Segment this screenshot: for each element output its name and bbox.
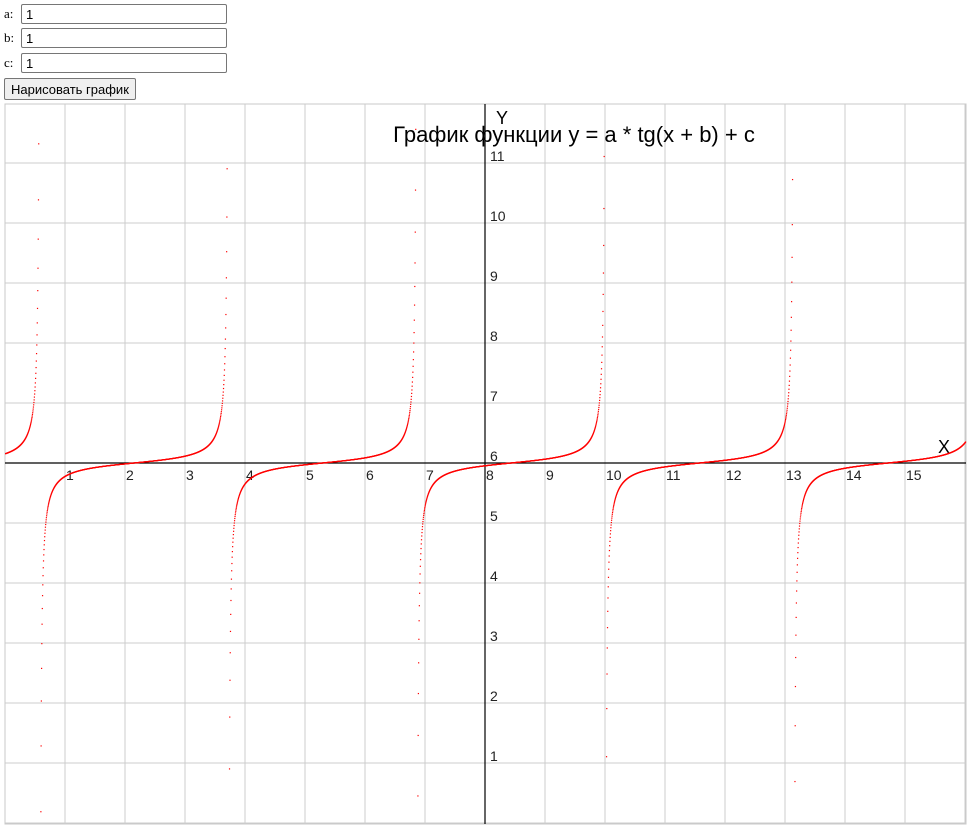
x-tick-label: 8	[486, 467, 494, 483]
x-tick-label: 7	[426, 467, 434, 483]
x-tick-label: 15	[906, 467, 922, 483]
y-tick-label: 8	[490, 328, 498, 344]
y-tick-label: 6	[490, 448, 498, 464]
y-tick-label: 3	[490, 628, 498, 644]
y-tick-label: 1	[490, 748, 498, 764]
x-tick-label: 9	[546, 467, 554, 483]
y-tick-label: 11	[490, 148, 505, 164]
x-tick-label: 6	[366, 467, 374, 483]
x-tick-label: 10	[606, 467, 622, 483]
chart-title: График функции y = a * tg(x + b) + c	[393, 122, 755, 147]
x-tick-label: 11	[666, 467, 681, 483]
x-tick-label: 13	[786, 467, 802, 483]
y-tick-label: 2	[490, 688, 498, 704]
y-tick-label: 4	[490, 568, 498, 584]
y-tick-label: 9	[490, 268, 498, 284]
y-tick-label: 5	[490, 508, 498, 524]
y-tick-label: 7	[490, 388, 498, 404]
x-tick-label: 5	[306, 467, 314, 483]
x-tick-label: 3	[186, 467, 194, 483]
function-graph: 1 2 3 4 5 6 7 8 9 10 11 12 13 14 156789101154321XYГраф…	[4, 103, 967, 825]
x-tick-label: 14	[846, 467, 862, 483]
x-tick-label: 12	[726, 467, 742, 483]
x-tick-label: 2	[126, 467, 134, 483]
y-tick-label: 10	[490, 208, 506, 224]
